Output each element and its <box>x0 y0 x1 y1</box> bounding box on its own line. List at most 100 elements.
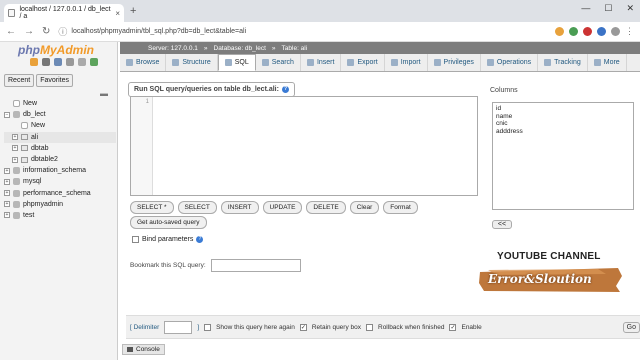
docs-icon[interactable] <box>66 58 74 66</box>
expand-icon[interactable]: + <box>4 167 10 174</box>
favorites-button[interactable]: Favorites <box>36 74 73 87</box>
breadcrumb-table[interactable]: Table: ali <box>282 45 308 52</box>
tree-item[interactable]: + dbtab <box>4 143 116 154</box>
column-option[interactable]: adddress <box>496 128 630 136</box>
retain-query-checkbox[interactable]: ✓ <box>299 323 307 331</box>
database-icon <box>13 211 20 219</box>
tab-tracking[interactable]: Tracking <box>538 54 588 71</box>
extension-icon[interactable] <box>583 27 592 36</box>
tracking-tab-icon <box>544 59 552 66</box>
help-icon[interactable]: ? <box>281 86 289 93</box>
bind-parameters: Bind parameters ? <box>132 236 204 243</box>
database-icon <box>13 200 20 208</box>
tree-item[interactable]: +New <box>4 98 116 109</box>
extension-icon[interactable] <box>569 27 578 36</box>
new-tab-icon[interactable]: + <box>130 5 136 17</box>
profile-icon[interactable] <box>611 27 620 36</box>
url-field[interactable]: ⓘ localhost/phpmyadmin/tbl_sql.php?db=db… <box>58 25 547 39</box>
tree-item[interactable]: + ali <box>4 131 116 143</box>
tree-item[interactable]: + performance_schema <box>4 188 116 199</box>
tree-item[interactable]: + mysql <box>4 176 116 187</box>
go-button[interactable]: Go <box>622 322 640 333</box>
column-option[interactable]: id <box>496 105 630 113</box>
column-option[interactable]: cnic <box>496 120 630 128</box>
close-tab-icon[interactable]: × <box>115 9 120 18</box>
watermark-name: Error&Sloution <box>488 272 592 286</box>
enable-label: Enable <box>461 323 482 331</box>
collapse-all-icon[interactable]: ▬ <box>100 89 108 98</box>
expand-icon[interactable]: + <box>4 178 10 185</box>
columns-list[interactable]: id name cnic adddress <box>492 102 634 210</box>
tree-item[interactable]: + phpmyadmin <box>4 199 116 210</box>
browse-tab-icon <box>126 59 133 66</box>
menu-icon[interactable]: ⋮ <box>625 26 634 37</box>
tab-import[interactable]: Import <box>385 54 428 71</box>
delimiter-input[interactable] <box>164 320 193 334</box>
expand-icon[interactable]: + <box>12 156 18 163</box>
tab-structure[interactable]: Structure <box>166 54 218 71</box>
tree-item-label: dbtab <box>31 144 49 152</box>
console-toggle[interactable]: Console <box>122 344 165 355</box>
sql-query-editor[interactable]: 1 <box>130 96 478 196</box>
rollback-checkbox[interactable] <box>366 323 373 331</box>
get-auto-saved-query-button[interactable]: Get auto-saved query <box>130 216 207 229</box>
tab-privileges[interactable]: Privileges <box>428 54 481 71</box>
tree-item[interactable]: + information_schema <box>4 165 116 176</box>
expand-icon[interactable]: + <box>4 201 10 208</box>
reload-icon[interactable]: ↻ <box>42 26 50 37</box>
tab-sql[interactable]: SQL <box>217 54 256 71</box>
phpmyadmin-logo[interactable]: phpMyAdmin <box>18 43 94 57</box>
help-icon[interactable]: ? <box>196 236 204 243</box>
tree-item-label: mysql <box>23 178 42 186</box>
tab-more[interactable]: More <box>588 54 627 71</box>
database-tree: +New−db_lect+New+ali+dbtab+dbtable2+info… <box>4 98 116 221</box>
extension-icon[interactable] <box>555 27 564 36</box>
tree-item[interactable]: + dbtable2 <box>4 154 116 165</box>
url-text: localhost/phpmyadmin/tbl_sql.php?db=db_l… <box>71 28 247 35</box>
breadcrumb-database[interactable]: Database: db_lect <box>214 45 266 52</box>
select-button[interactable]: SELECT <box>177 201 217 214</box>
expand-icon[interactable]: + <box>12 134 18 141</box>
column-option[interactable]: name <box>496 113 630 121</box>
clear-button[interactable]: Clear <box>349 201 380 214</box>
tree-item[interactable]: + test <box>4 210 116 221</box>
select-button[interactable]: SELECT * <box>130 201 174 214</box>
insert-column-button[interactable]: << <box>492 220 512 229</box>
bookmark-input[interactable] <box>210 259 301 272</box>
tab-operations[interactable]: Operations <box>481 54 539 71</box>
back-icon[interactable]: ← <box>6 26 16 37</box>
watermark-logo: Error&Sloution <box>478 266 624 294</box>
expand-icon[interactable]: + <box>4 190 10 197</box>
help-icon[interactable] <box>54 58 62 66</box>
update-button[interactable]: UPDATE <box>262 201 303 214</box>
settings-icon[interactable] <box>78 58 86 66</box>
tab-export[interactable]: Export <box>341 54 385 71</box>
operations-tab-icon <box>486 59 494 66</box>
minimize-icon[interactable]: — <box>581 3 590 14</box>
recent-button[interactable]: Recent <box>4 74 35 87</box>
tab-insert[interactable]: Insert <box>301 54 342 71</box>
insert-button[interactable]: INSERT <box>220 201 259 214</box>
delete-button[interactable]: DELETE <box>306 201 346 214</box>
tab-search[interactable]: Search <box>256 54 301 71</box>
collapse-icon[interactable]: − <box>4 111 10 118</box>
expand-icon[interactable]: + <box>12 145 18 152</box>
format-button[interactable]: Format <box>383 201 418 214</box>
close-window-icon[interactable]: ✕ <box>626 3 634 14</box>
tree-item[interactable]: − db_lect <box>4 109 116 120</box>
tab-title: localhost / 127.0.0.1 / db_lect / a <box>19 6 111 20</box>
extension-icon[interactable] <box>597 27 606 36</box>
tab-browse[interactable]: Browse <box>120 54 167 71</box>
forward-icon[interactable]: → <box>24 26 34 37</box>
breadcrumb-server[interactable]: Server: 127.0.0.1 <box>148 45 198 52</box>
enable-checkbox[interactable]: ✓ <box>449 323 457 331</box>
reload-nav-icon[interactable] <box>90 58 98 66</box>
expand-icon[interactable]: + <box>4 212 10 219</box>
bind-parameters-checkbox[interactable] <box>132 236 139 243</box>
show-query-checkbox[interactable] <box>204 323 212 331</box>
home-icon[interactable] <box>30 58 38 66</box>
tree-item[interactable]: +New <box>4 120 116 131</box>
logout-icon[interactable] <box>42 58 50 66</box>
browser-tab[interactable]: localhost / 127.0.0.1 / db_lect / a × <box>4 4 124 22</box>
maximize-icon[interactable]: ☐ <box>604 3 612 14</box>
